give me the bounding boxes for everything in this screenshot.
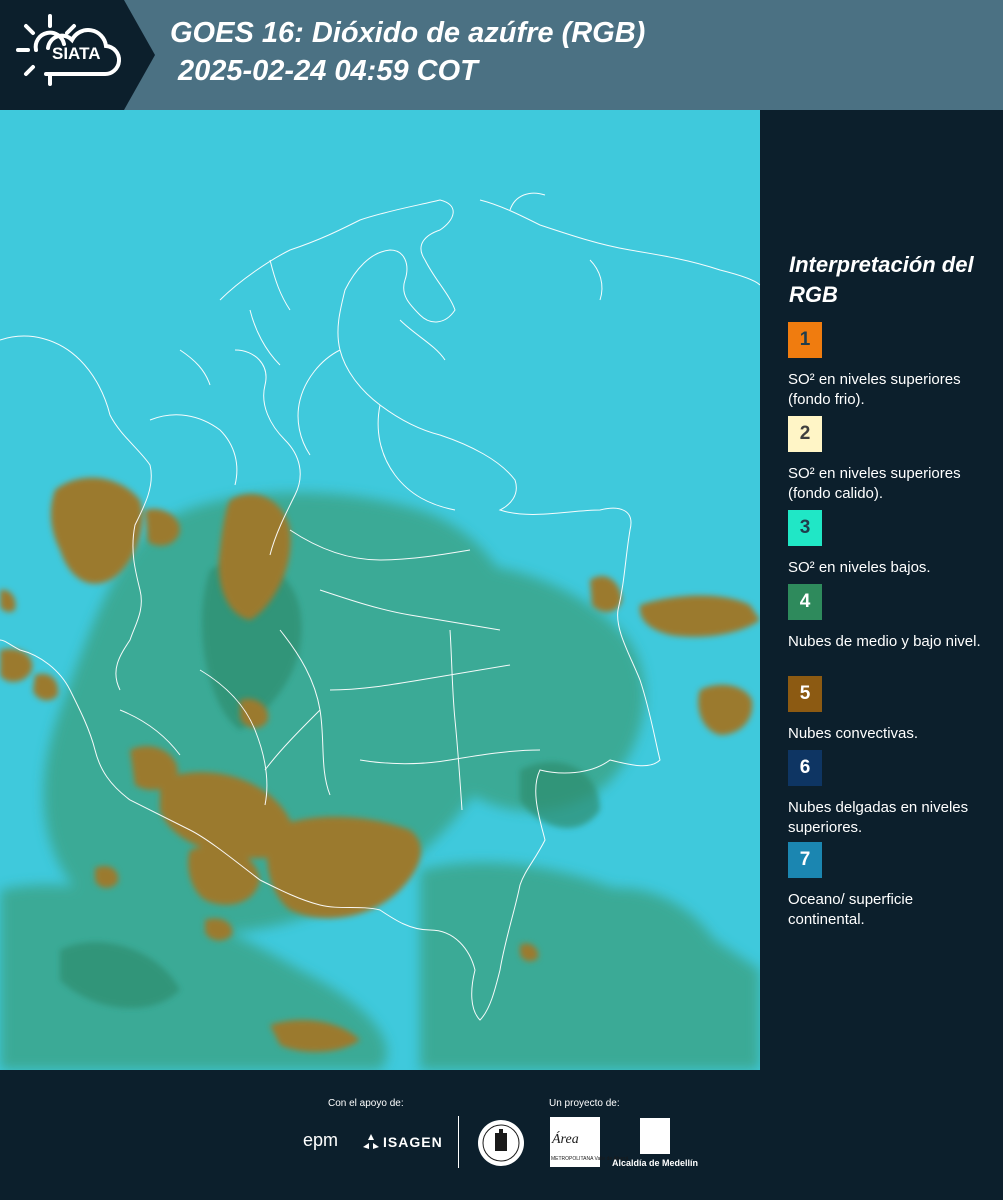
- legend-label-5: Nubes convectivas.: [788, 725, 919, 742]
- legend-title: Interpretación del RGB: [789, 252, 974, 307]
- legend-swatch-6: 6: [788, 750, 822, 786]
- siata-logo-text: SIATA: [52, 44, 101, 63]
- legend-swatch-3: 3: [788, 510, 822, 546]
- satellite-map: [0, 110, 760, 1070]
- header-bar: SIATA GOES 16: Dióxido de azúfre (RGB) 2…: [0, 0, 1003, 110]
- legend-swatch-2: 2: [788, 416, 822, 452]
- footer-bar: Con el apoyo de: Un proyecto de: epm ISA…: [0, 1070, 1003, 1200]
- support-label: Con el apoyo de:: [328, 1098, 404, 1109]
- alcaldia-logo: Alcaldía de Medellín: [612, 1158, 699, 1168]
- legend-item-5: 5 Nubes convectivas.: [788, 676, 993, 744]
- medellin-seal-icon: [478, 1120, 524, 1166]
- legend-item-6: 6 Nubes delgadas en niveles superiores.: [788, 750, 993, 838]
- legend-label-7: Oceano/ superficie continental.: [788, 891, 914, 928]
- legend-swatch-5: 5: [788, 676, 822, 712]
- page-title: GOES 16: Dióxido de azúfre (RGB): [170, 17, 646, 49]
- legend-label-6: Nubes delgadas en niveles superiores.: [788, 799, 969, 836]
- legend-panel: Interpretación del RGB 1 SO² en niveles …: [760, 110, 1003, 1070]
- page-timestamp: 2025-02-24 04:59 COT: [178, 55, 478, 87]
- legend-label-4: Nubes de medio y bajo nivel.: [788, 633, 981, 650]
- legend-swatch-1: 1: [788, 322, 822, 358]
- epm-logo: epm: [303, 1130, 339, 1150]
- legend-label-2: SO² en niveles superiores (fondo calido)…: [788, 465, 961, 502]
- legend-swatch-7: 7: [788, 842, 822, 878]
- legend-item-1: 1 SO² en niveles superiores (fondo frio)…: [788, 322, 993, 410]
- isagen-icon: [363, 1134, 379, 1149]
- area-logo-text: Área: [552, 1132, 579, 1147]
- legend-item-3: 3 SO² en niveles bajos.: [788, 510, 993, 578]
- legend-label-3: SO² en niveles bajos.: [788, 559, 931, 576]
- project-label: Un proyecto de:: [549, 1098, 620, 1109]
- isagen-logo: ISAGEN: [383, 1134, 443, 1150]
- siata-logo: SIATA: [0, 0, 155, 110]
- footer-divider: [458, 1116, 459, 1168]
- alcaldia-shield-icon: [640, 1118, 670, 1154]
- legend-swatch-4: 4: [788, 584, 822, 620]
- legend-item-7: 7 Oceano/ superficie continental.: [788, 842, 993, 930]
- legend-label-1: SO² en niveles superiores (fondo frio).: [788, 371, 961, 408]
- legend-item-2: 2 SO² en niveles superiores (fondo calid…: [788, 416, 993, 504]
- legend-item-4: 4 Nubes de medio y bajo nivel.: [788, 584, 993, 652]
- satellite-image: [0, 110, 760, 1070]
